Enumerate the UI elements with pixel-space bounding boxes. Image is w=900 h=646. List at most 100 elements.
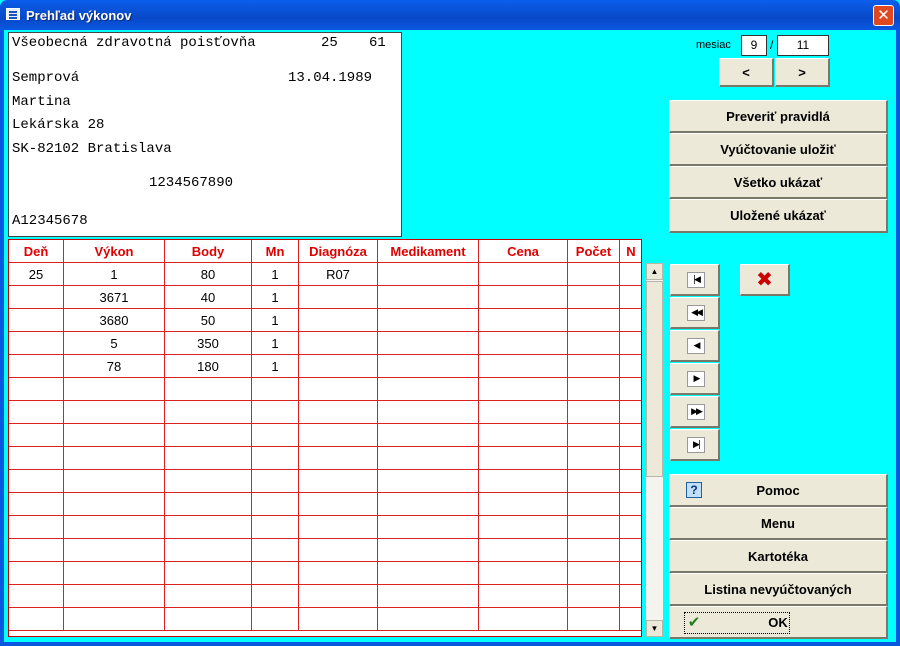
table-cell[interactable] xyxy=(164,607,252,631)
month-next-button[interactable]: > xyxy=(775,58,830,87)
table-row[interactable] xyxy=(9,607,641,631)
table-cell[interactable] xyxy=(619,423,641,447)
table-cell[interactable] xyxy=(478,262,568,286)
table-row[interactable] xyxy=(9,469,641,493)
table-cell[interactable] xyxy=(9,607,64,631)
first-record-button[interactable]: |◀ xyxy=(670,264,720,296)
table-cell[interactable] xyxy=(619,584,641,608)
table-cell[interactable] xyxy=(251,584,299,608)
table-cell[interactable] xyxy=(298,561,378,585)
table-cell[interactable]: 350 xyxy=(164,331,252,355)
table-cell[interactable] xyxy=(63,561,165,585)
table-cell[interactable] xyxy=(619,561,641,585)
table-cell[interactable] xyxy=(478,308,568,332)
ok-button[interactable]: ✔ OK xyxy=(669,606,888,639)
table-cell[interactable] xyxy=(567,561,620,585)
previous-record-button[interactable]: ◀ xyxy=(670,330,720,362)
table-cell[interactable] xyxy=(298,492,378,516)
menu-button[interactable]: Menu xyxy=(669,507,888,540)
table-cell[interactable]: 180 xyxy=(164,354,252,378)
table-cell[interactable] xyxy=(619,331,641,355)
previous-page-button[interactable]: ◀◀ xyxy=(670,297,720,329)
table-cell[interactable]: 1 xyxy=(251,331,299,355)
table-cell[interactable] xyxy=(63,469,165,493)
table-cell[interactable] xyxy=(478,584,568,608)
table-cell[interactable] xyxy=(377,515,479,539)
card-file-button[interactable]: Kartotéka xyxy=(669,540,888,573)
table-cell[interactable] xyxy=(567,423,620,447)
table-cell[interactable]: 50 xyxy=(164,308,252,332)
table-row[interactable] xyxy=(9,561,641,585)
scroll-down-button[interactable]: ▼ xyxy=(646,620,663,637)
table-cell[interactable] xyxy=(298,584,378,608)
table-cell[interactable] xyxy=(9,561,64,585)
table-cell[interactable] xyxy=(9,285,64,309)
table-cell[interactable] xyxy=(164,538,252,562)
services-grid[interactable]: Deň Výkon Body Mn Diagnóza Medikament Cena Poče… xyxy=(8,239,642,637)
table-cell[interactable] xyxy=(298,607,378,631)
table-cell[interactable] xyxy=(298,285,378,309)
table-cell[interactable] xyxy=(619,607,641,631)
next-record-button[interactable]: ▶ xyxy=(670,363,720,395)
table-cell[interactable] xyxy=(251,492,299,516)
table-cell[interactable] xyxy=(298,446,378,470)
table-cell[interactable]: 78 xyxy=(63,354,165,378)
table-cell[interactable] xyxy=(9,377,64,401)
table-cell[interactable] xyxy=(377,538,479,562)
table-cell[interactable] xyxy=(619,515,641,539)
table-cell[interactable] xyxy=(619,285,641,309)
table-cell[interactable] xyxy=(298,423,378,447)
table-cell[interactable] xyxy=(619,492,641,516)
table-cell[interactable] xyxy=(63,584,165,608)
table-cell[interactable] xyxy=(298,308,378,332)
month-total-field[interactable]: 11 xyxy=(777,35,829,56)
table-cell[interactable] xyxy=(9,331,64,355)
table-cell[interactable] xyxy=(63,423,165,447)
table-cell[interactable] xyxy=(251,515,299,539)
table-cell[interactable] xyxy=(63,538,165,562)
table-cell[interactable] xyxy=(164,400,252,424)
table-cell[interactable] xyxy=(164,584,252,608)
table-cell[interactable] xyxy=(567,607,620,631)
save-billing-button[interactable]: Vyúčtovanie uložiť xyxy=(669,133,888,166)
help-button[interactable]: ? Pomoc xyxy=(669,474,888,507)
table-cell[interactable] xyxy=(478,354,568,378)
table-cell[interactable] xyxy=(478,285,568,309)
table-cell[interactable]: R07 xyxy=(298,262,378,286)
table-cell[interactable] xyxy=(478,446,568,470)
table-row[interactable] xyxy=(9,538,641,562)
table-cell[interactable]: 1 xyxy=(251,285,299,309)
table-row[interactable] xyxy=(9,446,641,470)
table-cell[interactable] xyxy=(164,469,252,493)
table-cell[interactable] xyxy=(377,584,479,608)
table-row[interactable] xyxy=(9,423,641,447)
table-cell[interactable] xyxy=(251,446,299,470)
table-cell[interactable] xyxy=(251,400,299,424)
table-cell[interactable]: 5 xyxy=(63,331,165,355)
table-cell[interactable] xyxy=(251,607,299,631)
table-cell[interactable] xyxy=(9,400,64,424)
table-cell[interactable] xyxy=(478,469,568,493)
table-row[interactable]: 3680 50 1 xyxy=(9,308,641,332)
table-cell[interactable] xyxy=(164,423,252,447)
table-cell[interactable] xyxy=(251,377,299,401)
table-cell[interactable] xyxy=(251,561,299,585)
table-cell[interactable] xyxy=(567,354,620,378)
table-cell[interactable]: 3671 xyxy=(63,285,165,309)
table-cell[interactable] xyxy=(377,308,479,332)
table-cell[interactable] xyxy=(63,377,165,401)
table-cell[interactable] xyxy=(9,423,64,447)
table-cell[interactable]: 1 xyxy=(251,354,299,378)
table-cell[interactable] xyxy=(251,423,299,447)
table-row[interactable] xyxy=(9,400,641,424)
table-cell[interactable] xyxy=(251,469,299,493)
table-cell[interactable] xyxy=(619,446,641,470)
table-cell[interactable] xyxy=(298,538,378,562)
table-cell[interactable] xyxy=(567,538,620,562)
table-cell[interactable] xyxy=(619,354,641,378)
table-cell[interactable] xyxy=(567,377,620,401)
table-cell[interactable] xyxy=(567,331,620,355)
table-cell[interactable] xyxy=(377,400,479,424)
close-button[interactable]: ✕ xyxy=(873,5,894,26)
table-row[interactable] xyxy=(9,515,641,539)
